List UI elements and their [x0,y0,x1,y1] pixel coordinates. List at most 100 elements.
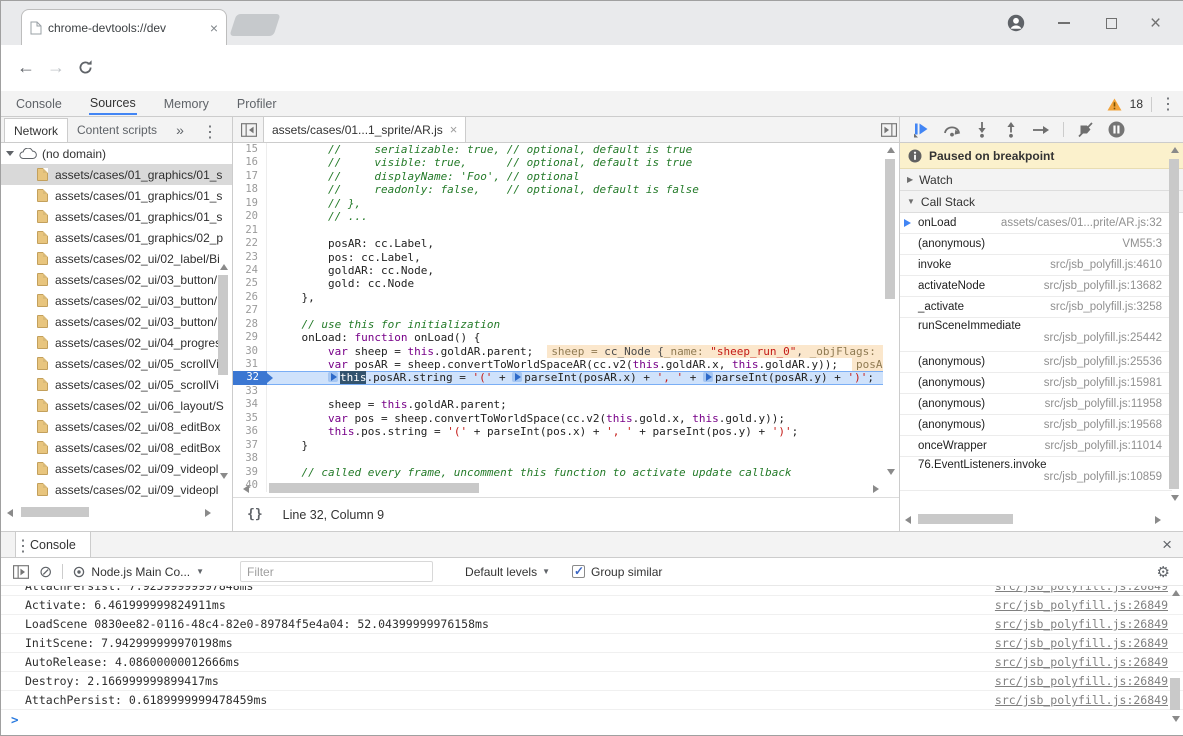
step-position-marker-icon[interactable] [703,372,713,382]
hide-navigator-icon[interactable] [241,123,257,137]
file-tree-item[interactable]: assets/cases/02_ui/08_editBox [1,416,232,437]
pause-on-exceptions-button[interactable] [1108,121,1125,138]
code-line[interactable]: 34 sheep = this.goldAR.parent; [233,398,883,411]
console-source-link[interactable]: src/jsb_polyfill.js:26849 [995,655,1168,669]
code-line[interactable]: 25 gold: cc.Node [233,277,883,290]
stack-vertical-scrollbar[interactable] [1169,159,1179,489]
code-line[interactable]: 35 var pos = sheep.convertToWorldSpace(c… [233,412,883,425]
console-prompt[interactable]: > [1,710,1183,729]
devtools-tab-memory[interactable]: Memory [163,93,210,114]
file-tree-item[interactable]: assets/cases/02_ui/02_label/Bi [1,248,232,269]
file-tree-item[interactable]: assets/cases/02_ui/09_videopl [1,458,232,479]
console-settings-gear-icon[interactable]: ⚙ [1157,563,1170,581]
code-line[interactable]: 31 var posAR = sheep.convertToWorldSpace… [233,358,883,371]
editor-file-tab[interactable]: assets/cases/01...1_sprite/AR.js × [263,117,466,142]
call-stack-section-header[interactable]: ▼ Call Stack [900,191,1183,213]
file-tree-item[interactable]: assets/cases/02_ui/06_layout/S [1,395,232,416]
close-file-icon[interactable]: × [450,122,458,137]
file-tree-root[interactable]: (no domain) [1,143,232,164]
execution-context-selector[interactable]: Node.js Main Co... ▼ [73,565,204,579]
code-line[interactable]: 36 this.pos.string = '(' + parseInt(pos.… [233,425,883,438]
code-line[interactable]: 22 posAR: cc.Label, [233,237,883,250]
stack-scroll-right[interactable] [1155,516,1161,524]
console-source-link[interactable]: src/jsb_polyfill.js:26849 [995,693,1168,707]
code-line[interactable]: 23 pos: cc.Label, [233,251,883,264]
resume-button[interactable] [913,121,930,138]
log-level-selector[interactable]: Default levels ▼ [465,565,550,579]
code-line[interactable]: 29 onLoad: function onLoad() { [233,331,883,344]
file-tree-item[interactable]: assets/cases/01_graphics/02_p [1,227,232,248]
code-line[interactable]: 16 // visible: true, // optional, defaul… [233,156,883,169]
file-tree-item[interactable]: assets/cases/02_ui/03_button/ [1,290,232,311]
code-line[interactable]: 30 var sheep = this.goldAR.parent;sheep … [233,345,883,358]
devtools-tab-profiler[interactable]: Profiler [236,93,278,114]
call-stack-frame[interactable]: (anonymous)src/jsb_polyfill.js:25536 [900,352,1172,373]
console-message[interactable]: AttachPersist: 7.92599999997848mssrc/jsb… [1,586,1183,596]
call-stack-frame[interactable]: (anonymous)VM55:3 [900,234,1172,255]
profile-button[interactable] [1007,1,1025,45]
browser-tab[interactable]: chrome-devtools://dev × [21,9,227,45]
file-tree-item[interactable]: assets/cases/01_graphics/01_s [1,206,232,227]
call-stack-frame[interactable]: (anonymous)src/jsb_polyfill.js:19568 [900,415,1172,436]
file-tree-item[interactable]: assets/cases/02_ui/05_scrollVi [1,374,232,395]
back-button[interactable]: ← [17,57,35,78]
code-line[interactable]: 32 this.posAR.string = '(' + parseInt(po… [233,371,883,384]
checkbox-checked-icon[interactable] [572,565,585,578]
file-tree-item[interactable]: assets/cases/01_graphics/01_s [1,185,232,206]
call-stack-frame[interactable]: onceWrappersrc/jsb_polyfill.js:11014 [900,436,1172,457]
tree-vertical-scrollbar[interactable] [218,275,228,375]
call-stack-frame[interactable]: invokesrc/jsb_polyfill.js:4610 [900,255,1172,276]
call-stack-frame[interactable]: (anonymous)src/jsb_polyfill.js:15981 [900,373,1172,394]
console-source-link[interactable]: src/jsb_polyfill.js:26849 [995,636,1168,650]
file-tree-item[interactable]: assets/cases/02_ui/05_scrollVi [1,353,232,374]
console-message[interactable]: LoadScene 0830ee82-0116-48c4-82e0-89784f… [1,615,1183,634]
more-tabs-icon[interactable]: » [176,122,184,138]
file-tree-item[interactable]: assets/cases/02_ui/04_progres [1,332,232,353]
forward-button[interactable]: → [47,57,65,78]
devtools-menu-icon[interactable]: ⋮ [1160,94,1176,114]
console-source-link[interactable]: src/jsb_polyfill.js:26849 [995,674,1168,688]
devtools-tab-sources[interactable]: Sources [89,92,137,115]
console-scroll-down[interactable] [1172,716,1180,722]
step-out-button[interactable] [1003,121,1019,138]
console-source-link[interactable]: src/jsb_polyfill.js:26849 [995,586,1168,593]
code-line[interactable]: 21 [233,224,883,237]
console-message[interactable]: AutoRelease: 4.08600000012666mssrc/jsb_p… [1,653,1183,672]
console-message[interactable]: AttachPersist: 0.6189999999478459mssrc/j… [1,691,1183,710]
warning-count[interactable]: 18 [1130,97,1143,111]
group-similar-toggle[interactable]: Group similar [572,565,662,579]
stack-scroll-left[interactable] [905,516,911,524]
file-tree-item[interactable]: assets/cases/02_ui/03_button/ [1,311,232,332]
file-tree-item[interactable]: assets/cases/02_ui/08_editBox [1,437,232,458]
code-line[interactable]: 15 // serializable: true, // optional, d… [233,143,883,156]
tree-scroll-up[interactable] [220,264,228,270]
show-debugger-icon[interactable] [881,123,897,137]
call-stack-frame[interactable]: onLoadassets/cases/01...prite/AR.js:32 [900,213,1172,234]
navigator-tab-content-scripts[interactable]: Content scripts [68,118,166,142]
console-message[interactable]: Activate: 6.461999999824911mssrc/jsb_pol… [1,596,1183,615]
minimize-button[interactable] [1058,1,1070,45]
close-window-button[interactable]: × [1150,1,1161,45]
step-button[interactable] [1032,122,1050,138]
code-line[interactable]: 39 // called every frame, uncomment this… [233,466,883,479]
clear-console-icon[interactable]: ⊘ [39,562,52,582]
console-scroll-up[interactable] [1172,590,1180,596]
code-line[interactable]: 37 } [233,439,883,452]
code-line[interactable]: 17 // displayName: 'Foo', // optional [233,170,883,183]
console-source-link[interactable]: src/jsb_polyfill.js:26849 [995,598,1168,612]
editor-scroll-left[interactable] [243,485,249,493]
code-line[interactable]: 28 // use this for initialization [233,318,883,331]
stack-scroll-up[interactable] [1171,147,1179,153]
editor-scroll-up[interactable] [887,147,895,153]
tree-scroll-left[interactable] [7,509,13,517]
console-message[interactable]: Destroy: 2.166999999899417mssrc/jsb_poly… [1,672,1183,691]
editor-horizontal-scrollbar[interactable] [269,483,479,493]
close-drawer-icon[interactable]: × [1162,535,1172,555]
code-line[interactable]: 20 // ... [233,210,883,223]
code-line[interactable]: 26 }, [233,291,883,304]
filter-input[interactable] [240,561,433,582]
dragged-tab-stub[interactable] [229,14,280,36]
step-into-button[interactable] [974,121,990,138]
file-tree-item[interactable]: assets/cases/02_ui/10_webviev [1,500,232,503]
pretty-print-icon[interactable]: {} [247,507,263,522]
